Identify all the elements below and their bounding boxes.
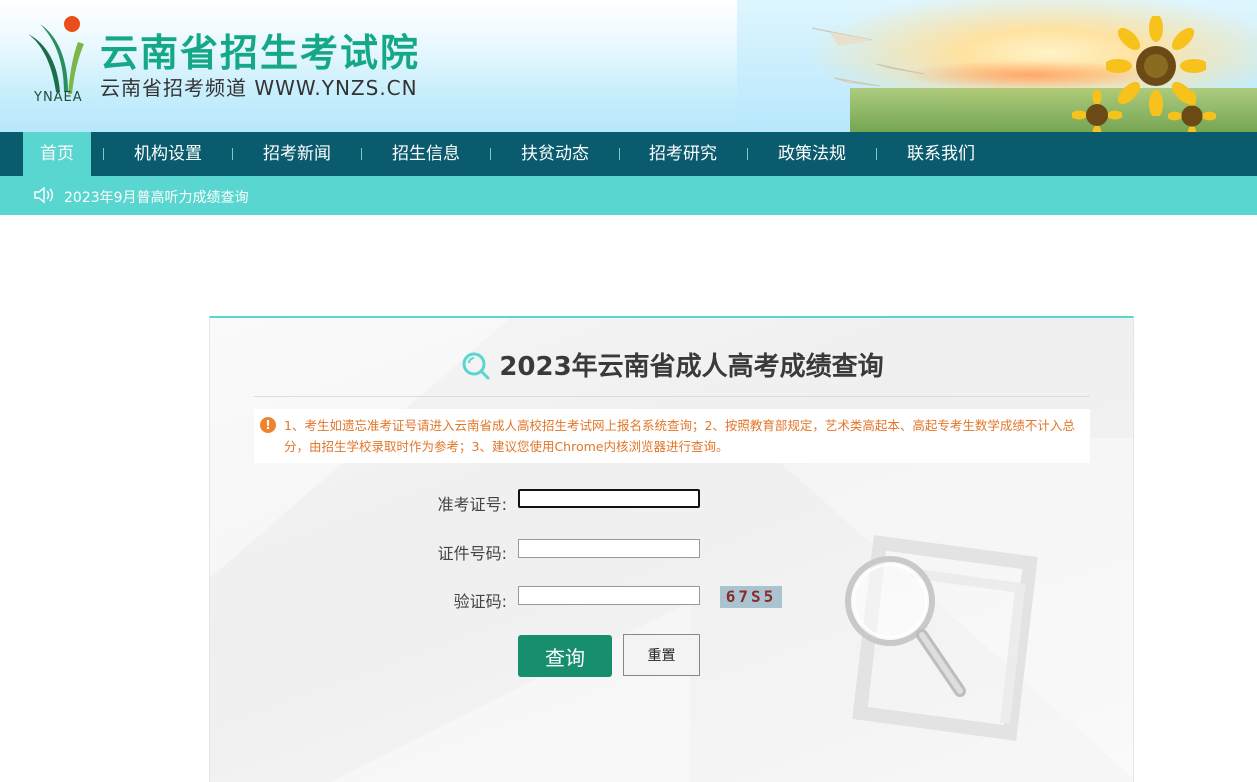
exam-id-label: 准考证号: bbox=[437, 495, 507, 514]
nav-item-admission-info[interactable]: 招生信息 bbox=[376, 132, 476, 176]
exam-id-input[interactable] bbox=[518, 489, 700, 508]
search-icon bbox=[462, 352, 490, 380]
tip-text: 1、考生如遗忘准考证号请进入云南省成人高校招生考试网上报名系统查询；2、按照教育… bbox=[284, 418, 1075, 454]
nav-item-poverty-relief[interactable]: 扶贫动态 bbox=[505, 132, 605, 176]
nav-item-research[interactable]: 招考研究 bbox=[633, 132, 733, 176]
nav-separator bbox=[876, 148, 877, 160]
magnifier-illustration-icon bbox=[845, 535, 1038, 741]
paper-plane-icon bbox=[876, 63, 924, 75]
paper-plane-icon bbox=[812, 27, 872, 46]
title-divider bbox=[254, 396, 1090, 397]
id-number-input[interactable] bbox=[518, 539, 700, 558]
query-button[interactable]: 查询 bbox=[518, 635, 612, 677]
logo-text: YNAEA bbox=[34, 90, 83, 105]
warning-icon: ! bbox=[260, 417, 276, 433]
query-panel: 2023年云南省成人高考成绩查询 ! 1、考生如遗忘准考证号请进入云南省成人高校… bbox=[209, 316, 1134, 782]
nav-item-organization[interactable]: 机构设置 bbox=[118, 132, 218, 176]
nav-separator bbox=[619, 148, 620, 160]
notice-bar: 2023年9月普高听力成绩查询 bbox=[0, 176, 1257, 215]
notice-link[interactable]: 2023年9月普高听力成绩查询 bbox=[64, 187, 249, 207]
nav-item-policies[interactable]: 政策法规 bbox=[762, 132, 862, 176]
page-title-text: 2023年云南省成人高考成绩查询 bbox=[499, 352, 884, 382]
panel-bg-shape bbox=[330, 602, 690, 782]
main-nav: 首页 机构设置 招考新闻 招生信息 扶贫动态 招考研究 政策法规 联系我们 bbox=[0, 132, 1257, 176]
id-number-label: 证件号码: bbox=[437, 544, 507, 563]
nav-separator bbox=[103, 148, 104, 160]
site-subtitle: 云南省招考频道 WWW.YNZS.CN bbox=[100, 76, 418, 100]
nav-separator bbox=[490, 148, 491, 160]
nav-item-home[interactable]: 首页 bbox=[23, 132, 91, 176]
captcha-input[interactable] bbox=[518, 586, 700, 605]
sunflower-icon bbox=[1168, 92, 1216, 132]
nav-item-contact[interactable]: 联系我们 bbox=[891, 132, 991, 176]
page-title: 2023年云南省成人高考成绩查询 bbox=[210, 346, 1133, 383]
sunflower-icon bbox=[1072, 90, 1122, 132]
nav-separator bbox=[361, 148, 362, 160]
captcha-image[interactable]: 67S5 bbox=[720, 586, 782, 608]
speaker-icon bbox=[34, 186, 53, 204]
site-title: 云南省招生考试院 bbox=[100, 31, 421, 75]
reset-button[interactable]: 重置 bbox=[623, 634, 700, 676]
nav-separator bbox=[232, 148, 233, 160]
captcha-label: 验证码: bbox=[453, 592, 507, 611]
tip-box: ! 1、考生如遗忘准考证号请进入云南省成人高校招生考试网上报名系统查询；2、按照… bbox=[254, 409, 1090, 463]
site-header: YNAEA 云南省招生考试院 云南省招考频道 WWW.YNZS.CN bbox=[0, 0, 1257, 132]
paper-plane-icon bbox=[834, 77, 880, 87]
nav-item-news[interactable]: 招考新闻 bbox=[247, 132, 347, 176]
nav-separator bbox=[747, 148, 748, 160]
